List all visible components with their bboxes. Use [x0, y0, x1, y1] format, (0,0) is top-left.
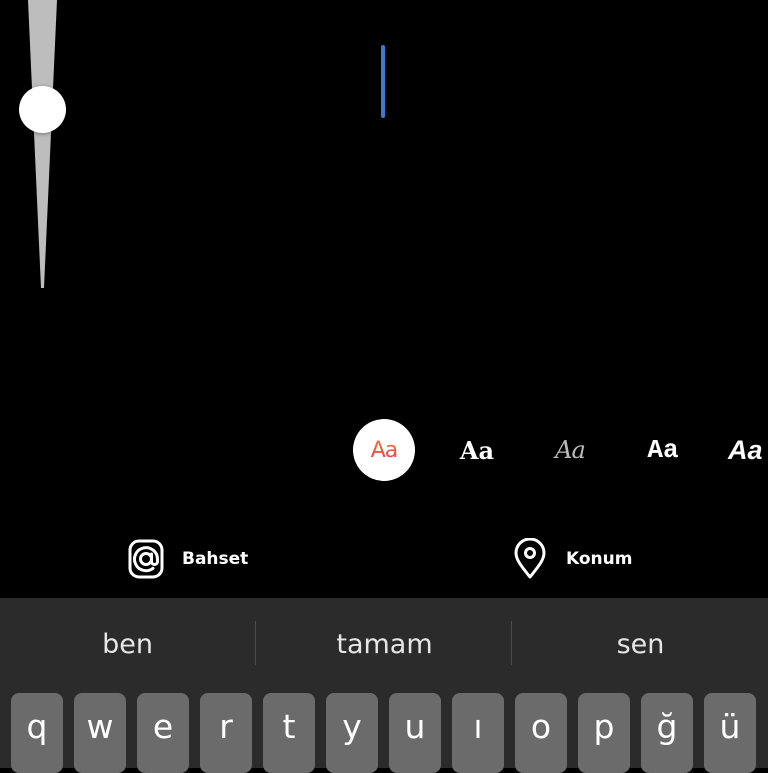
mention-button[interactable]: Bahset	[128, 536, 248, 582]
key-o[interactable]: o	[515, 693, 567, 773]
font-option-label: Aa	[370, 437, 399, 463]
key-r[interactable]: r	[200, 693, 252, 773]
suggestion-item[interactable]: sen	[513, 598, 768, 690]
key-u-umlaut[interactable]: ü	[704, 693, 756, 773]
key-q[interactable]: q	[11, 693, 63, 773]
at-sign-icon	[128, 539, 164, 579]
suggestion-item[interactable]: ben	[0, 598, 255, 690]
text-cursor	[381, 45, 385, 118]
font-option-modern[interactable]: Aa	[353, 419, 415, 481]
font-option-strong[interactable]: Aa	[728, 418, 768, 482]
key-w[interactable]: w	[74, 693, 126, 773]
location-button[interactable]: Konum	[512, 536, 632, 582]
font-option-typewriter[interactable]: Aa	[632, 418, 694, 482]
font-style-picker: Aa Aa Aa Aa Aa	[0, 418, 768, 482]
key-g-breve[interactable]: ğ	[641, 693, 693, 773]
key-y[interactable]: y	[326, 693, 378, 773]
text-size-slider[interactable]	[0, 0, 86, 300]
key-p[interactable]: p	[578, 693, 630, 773]
key-u[interactable]: u	[389, 693, 441, 773]
location-label: Konum	[566, 549, 633, 569]
suggestion-divider	[511, 621, 512, 665]
location-pin-icon	[514, 538, 546, 579]
slider-thumb[interactable]	[19, 86, 66, 133]
suggestion-bar: ben tamam sen	[0, 598, 768, 690]
font-option-script[interactable]: Aa	[540, 418, 600, 482]
slider-track	[28, 0, 57, 288]
font-option-label: Aa	[728, 434, 763, 465]
story-text-canvas[interactable]: Aa Aa Aa Aa Aa Bahset Konum	[0, 0, 768, 598]
font-option-classic[interactable]: Aa	[448, 418, 506, 482]
key-dotless-i[interactable]: ı	[452, 693, 504, 773]
suggestion-divider	[255, 621, 256, 665]
keyboard: ben tamam sen q w e r t y u ı o p ğ ü	[0, 598, 768, 773]
key-t[interactable]: t	[263, 693, 315, 773]
key-e[interactable]: e	[137, 693, 189, 773]
font-option-label: Aa	[647, 435, 679, 465]
font-option-label: Aa	[459, 435, 495, 465]
suggestion-item[interactable]: tamam	[257, 598, 512, 690]
mention-label: Bahset	[182, 549, 249, 569]
font-option-label: Aa	[555, 436, 586, 464]
